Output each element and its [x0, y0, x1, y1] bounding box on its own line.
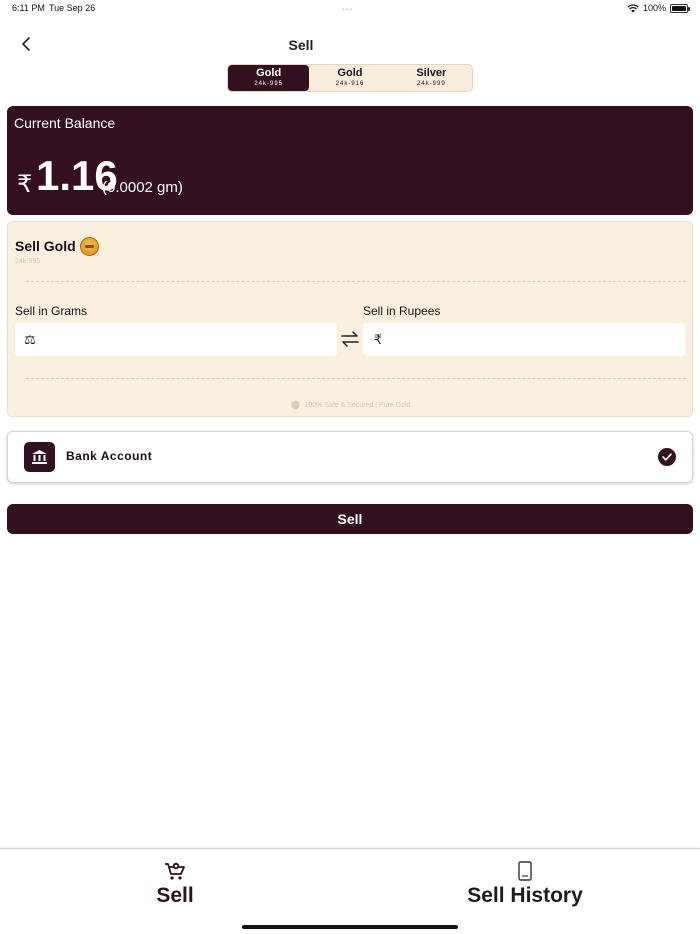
- metal-segmented-control: Gold 24k-995 Gold 24k-916 Silver 24k-999: [227, 64, 473, 92]
- grams-label: Sell in Grams: [15, 304, 88, 318]
- scale-icon: ⚖: [24, 331, 36, 347]
- bank-icon: [24, 442, 55, 472]
- wifi-icon: [627, 3, 639, 12]
- receipt-icon: [518, 861, 532, 881]
- tab-label: Gold: [337, 67, 363, 79]
- tab-bar: Sell Sell History: [0, 848, 700, 934]
- sell-button[interactable]: Sell: [7, 504, 693, 534]
- tab-sublabel: 24k-995: [254, 81, 283, 87]
- sell-title: Sell Gold: [15, 238, 76, 254]
- tab-sublabel: 24k-916: [335, 81, 365, 87]
- swap-icon[interactable]: [340, 330, 360, 348]
- tab-label: Silver: [416, 67, 447, 79]
- rupees-label: Sell in Rupees: [363, 304, 441, 318]
- multitask-dots-icon: •••: [342, 5, 354, 14]
- battery-icon: [670, 3, 690, 13]
- status-date: Tue Sep 26: [49, 3, 96, 13]
- rupees-input[interactable]: [393, 323, 685, 356]
- tab-gold-916[interactable]: Gold 24k-916: [309, 65, 390, 91]
- tab-sell-history[interactable]: Sell History: [425, 861, 625, 908]
- tab-sell[interactable]: Sell: [75, 861, 275, 908]
- balance-card: Current Balance ₹ 1.16 (0.0002 gm): [7, 106, 693, 215]
- tab-gold-995[interactable]: Gold 24k-995: [228, 65, 310, 91]
- balance-title: Current Balance: [14, 115, 116, 131]
- tab-history-label: Sell History: [467, 884, 583, 907]
- safe-note-text: 100% Safe & Secured | Pure Gold: [304, 401, 411, 409]
- rupees-field[interactable]: ₹: [363, 323, 685, 356]
- status-right: 100%: [627, 3, 690, 13]
- status-time: 6:11 PM: [12, 3, 45, 13]
- battery-percent: 100%: [642, 3, 666, 13]
- rupee-symbol: ₹: [17, 171, 33, 198]
- grams-field[interactable]: ⚖: [15, 323, 337, 356]
- bank-account-label: Bank Account: [66, 449, 153, 463]
- divider: [26, 378, 686, 379]
- tab-sublabel: 24k-999: [416, 81, 446, 87]
- karat-label: 24k-995: [15, 258, 41, 265]
- check-icon[interactable]: [658, 448, 676, 466]
- divider: [26, 281, 686, 282]
- sell-panel: Sell Gold 24k-995 Sell in Grams Sell in …: [7, 221, 693, 417]
- status-bar: 6:11 PM Tue Sep 26 ••• 100%: [0, 0, 700, 18]
- rupee-icon: ₹: [373, 331, 383, 347]
- tab-label: Gold: [256, 67, 282, 79]
- coin-icon: [80, 237, 99, 256]
- cart-icon: [165, 862, 185, 880]
- bank-account-option[interactable]: Bank Account: [7, 431, 693, 483]
- tab-sell-label: Sell: [156, 884, 194, 907]
- nav-header: Sell: [0, 30, 700, 58]
- home-indicator: [242, 925, 458, 929]
- grams-input[interactable]: [45, 323, 337, 356]
- tab-silver-999[interactable]: Silver 24k-999: [391, 65, 472, 91]
- page-title: Sell: [288, 37, 314, 53]
- safe-note: 100% Safe & Secured | Pure Gold: [8, 400, 694, 410]
- balance-grams: (0.0002 gm): [102, 179, 183, 196]
- shield-icon: [291, 400, 300, 410]
